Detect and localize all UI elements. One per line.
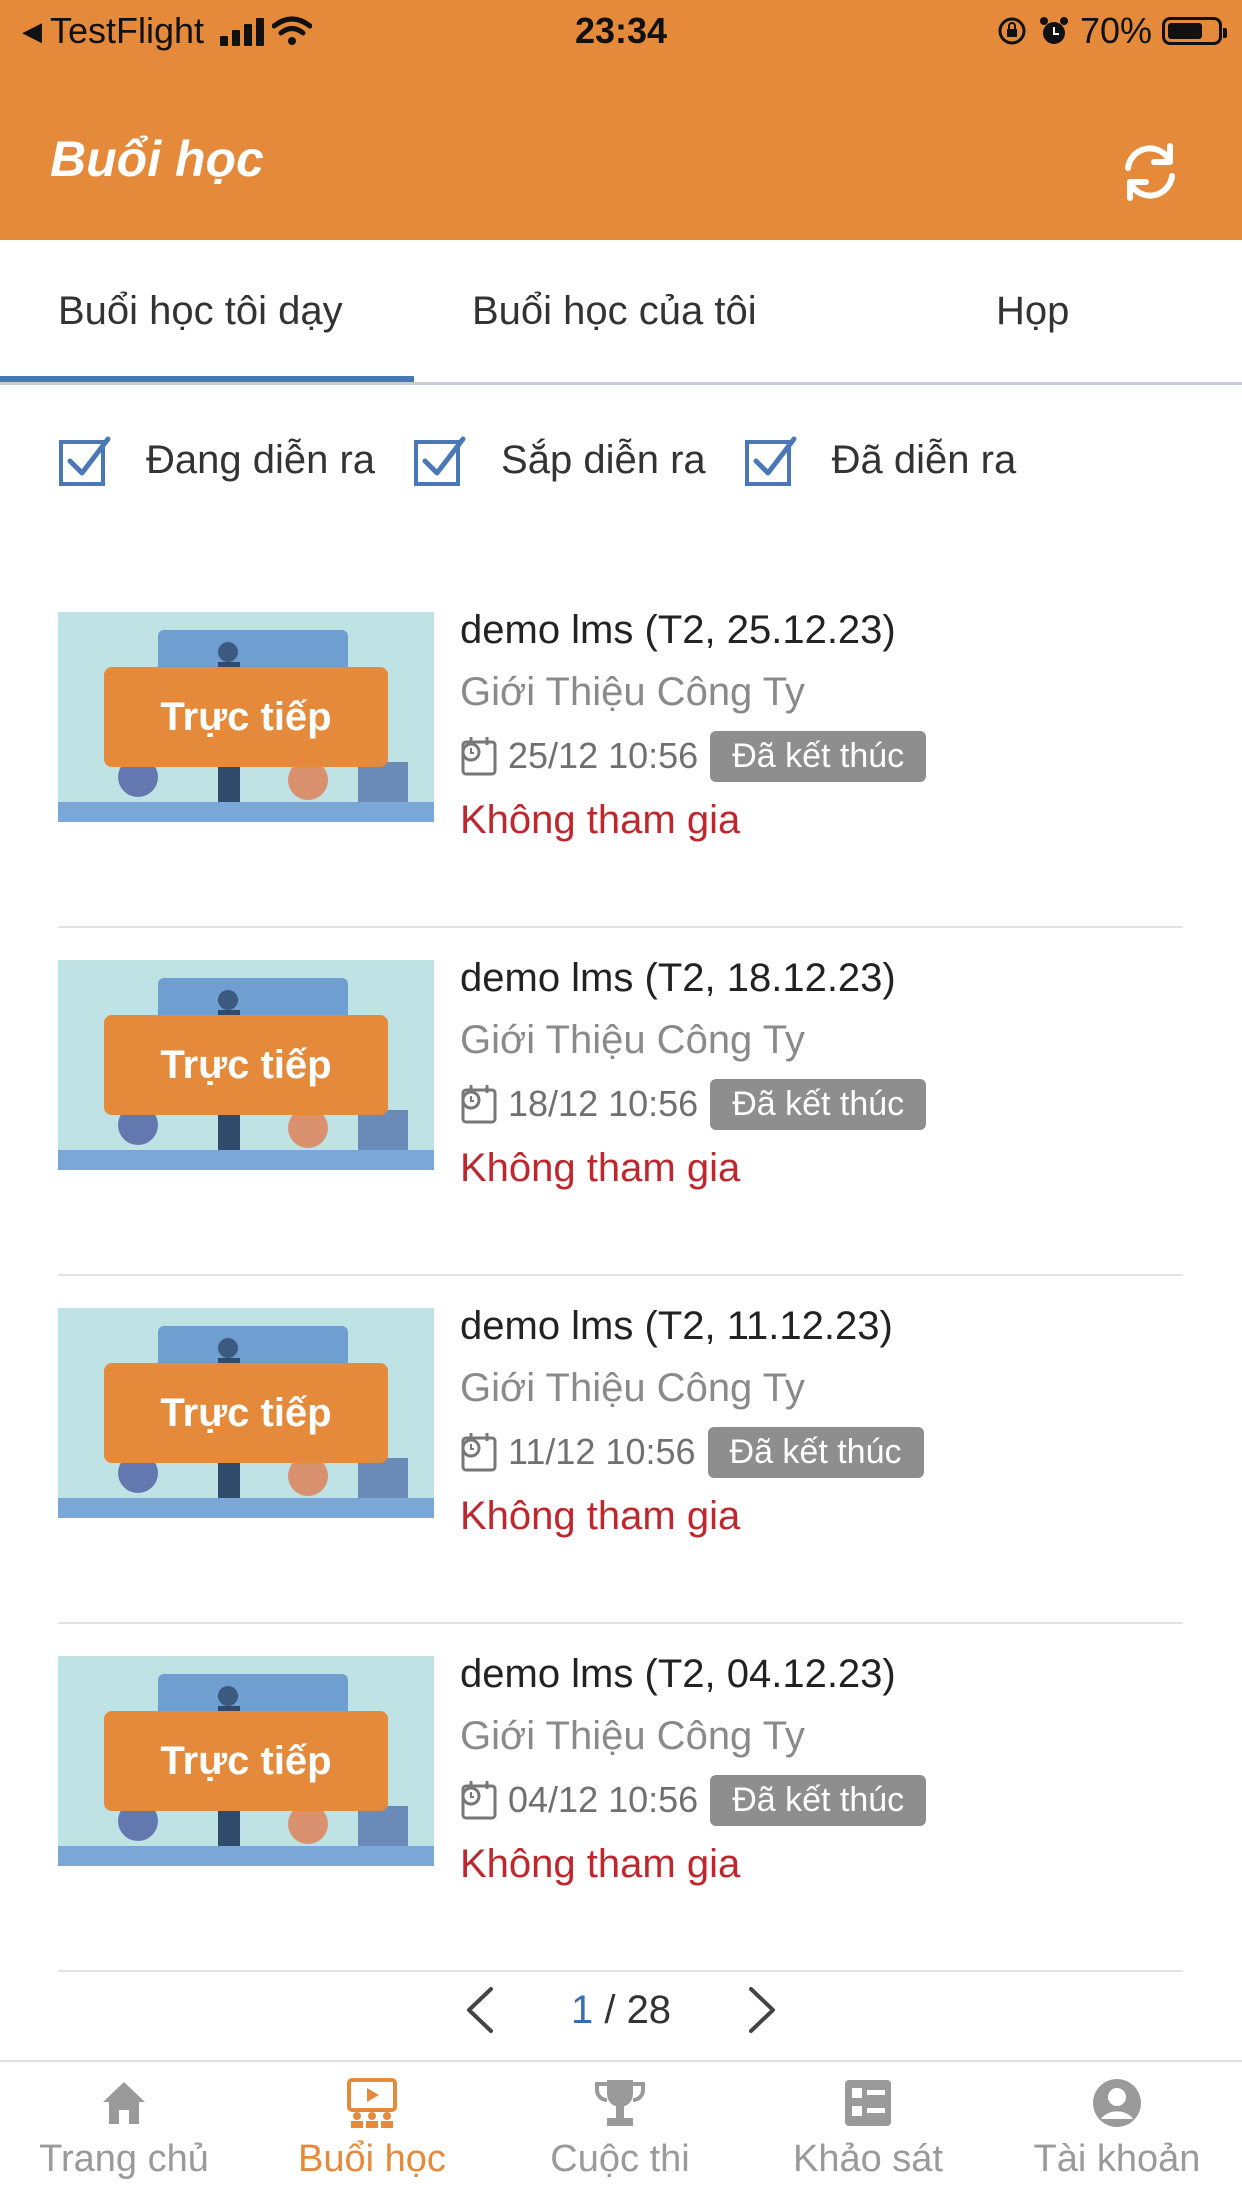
chevron-right-icon[interactable] [741,1985,781,2035]
classroom-icon [347,2078,397,2128]
session-course: Giới Thiệu Công Ty [460,1714,805,1758]
status-filters: Đang diễn ra Sắp diễn ra Đã diễn ra [58,430,1016,490]
live-label: Trực tiếp [104,1363,388,1463]
nav-account[interactable]: Tài khoản [992,2062,1242,2210]
session-list: Trực tiếp demo lms (T2, 25.12.23) Giới T… [58,580,1183,1972]
nav-label: Cuộc thi [550,2138,690,2180]
account-icon [1093,2079,1141,2127]
session-thumbnail: Trực tiếp [58,1308,434,1518]
session-title: demo lms (T2, 18.12.23) [460,956,896,1000]
nav-contests[interactable]: Cuộc thi [496,2062,744,2210]
page-title: Buổi học [50,131,264,187]
filter-label: Đang diễn ra [146,437,376,482]
nav-label: Trang chủ [39,2138,209,2180]
session-meta: 04/12 10:56 Đã kết thúc [460,1768,1180,1832]
nav-sessions[interactable]: Buổi học [248,2062,496,2210]
status-badge: Đã kết thúc [710,1078,927,1130]
live-label: Trực tiếp [104,1711,388,1811]
filter-upcoming[interactable]: Sắp diễn ra [413,433,706,487]
live-label: Trực tiếp [104,1015,388,1115]
page-separator: / [604,1987,616,2032]
attendance-status: Không tham gia [460,798,741,842]
session-time: 11/12 10:56 [508,1431,696,1472]
tab-my-sessions[interactable]: Buổi học của tôi [472,240,757,382]
attendance-status: Không tham gia [460,1146,741,1190]
session-thumbnail: Trực tiếp [58,1656,434,1866]
status-badge: Đã kết thúc [707,1426,924,1478]
filter-label: Sắp diễn ra [501,437,706,482]
tab-meetings[interactable]: Họp [996,240,1069,382]
session-course: Giới Thiệu Công Ty [460,1018,805,1062]
trophy-icon [595,2080,645,2126]
session-thumbnail: Trực tiếp [58,960,434,1170]
checkbox-checked-icon[interactable] [58,433,112,487]
session-item[interactable]: Trực tiếp demo lms (T2, 11.12.23) Giới T… [58,1276,1183,1624]
session-time: 25/12 10:56 [508,735,699,776]
tab-bar: Buổi học tôi dạy Buổi học của tôi Họp [0,240,1242,385]
session-info: demo lms (T2, 18.12.23) Giới Thiệu Công … [460,948,1180,1200]
session-title: demo lms (T2, 25.12.23) [460,608,896,652]
session-info: demo lms (T2, 04.12.23) Giới Thiệu Công … [460,1644,1180,1896]
session-course: Giới Thiệu Công Ty [460,1366,805,1410]
session-thumbnail: Trực tiếp [58,612,434,822]
calendar-clock-icon [461,1781,497,1820]
session-meta: 25/12 10:56 Đã kết thúc [460,724,1180,788]
status-badge: Đã kết thúc [710,1774,927,1826]
survey-icon [845,2080,891,2126]
nav-label: Buổi học [298,2138,446,2180]
attendance-status: Không tham gia [460,1842,741,1886]
session-time: 04/12 10:56 [508,1779,699,1820]
battery-icon [1162,17,1227,45]
session-meta: 11/12 10:56 Đã kết thúc [460,1420,1180,1484]
alarm-icon [1039,17,1068,44]
current-page: 1 [570,1987,594,2032]
battery-percent: 70% [1079,10,1152,51]
page-indicator: 1 / 28 [571,1988,671,2033]
app-header: ◀ TestFlight 23:34 70% Buổi học [0,0,1242,240]
session-item[interactable]: Trực tiếp demo lms (T2, 04.12.23) Giới T… [58,1624,1183,1972]
refresh-icon[interactable] [1118,140,1182,204]
session-title: demo lms (T2, 11.12.23) [460,1304,893,1348]
total-pages: 28 [626,1987,672,2032]
calendar-clock-icon [461,1085,497,1124]
orientation-lock-icon [998,17,1026,45]
checkbox-checked-icon[interactable] [744,433,798,487]
active-tab-indicator [0,376,414,382]
filter-ongoing[interactable]: Đang diễn ra [58,433,375,487]
filter-finished[interactable]: Đã diễn ra [744,433,1017,487]
live-label: Trực tiếp [104,667,388,767]
checkbox-checked-icon[interactable] [413,433,467,487]
home-icon [103,2082,145,2124]
status-bar: ◀ TestFlight 23:34 70% [0,0,1242,64]
filter-label: Đã diễn ra [831,437,1017,482]
session-info: demo lms (T2, 11.12.23) Giới Thiệu Công … [460,1296,1180,1548]
nav-label: Khảo sát [793,2138,943,2180]
session-meta: 18/12 10:56 Đã kết thúc [460,1072,1180,1136]
bottom-nav: Trang chủ Buổi học Cuộc thi Khảo sát Tài… [0,2060,1242,2210]
calendar-clock-icon [461,737,497,776]
attendance-status: Không tham gia [460,1494,741,1538]
nav-surveys[interactable]: Khảo sát [744,2062,992,2210]
session-item[interactable]: Trực tiếp demo lms (T2, 18.12.23) Giới T… [58,928,1183,1276]
status-badge: Đã kết thúc [710,730,927,782]
session-info: demo lms (T2, 25.12.23) Giới Thiệu Công … [460,600,1180,852]
session-item[interactable]: Trực tiếp demo lms (T2, 25.12.23) Giới T… [58,580,1183,928]
session-title: demo lms (T2, 04.12.23) [460,1652,896,1696]
pagination: 1 / 28 [0,1970,1242,2050]
nav-label: Tài khoản [1033,2138,1201,2180]
tab-teaching-sessions[interactable]: Buổi học tôi dạy [58,240,343,382]
calendar-clock-icon [461,1433,497,1472]
session-course: Giới Thiệu Công Ty [460,670,805,714]
chevron-left-icon[interactable] [461,1985,501,2035]
nav-home[interactable]: Trang chủ [0,2062,248,2210]
session-time: 18/12 10:56 [508,1083,699,1124]
